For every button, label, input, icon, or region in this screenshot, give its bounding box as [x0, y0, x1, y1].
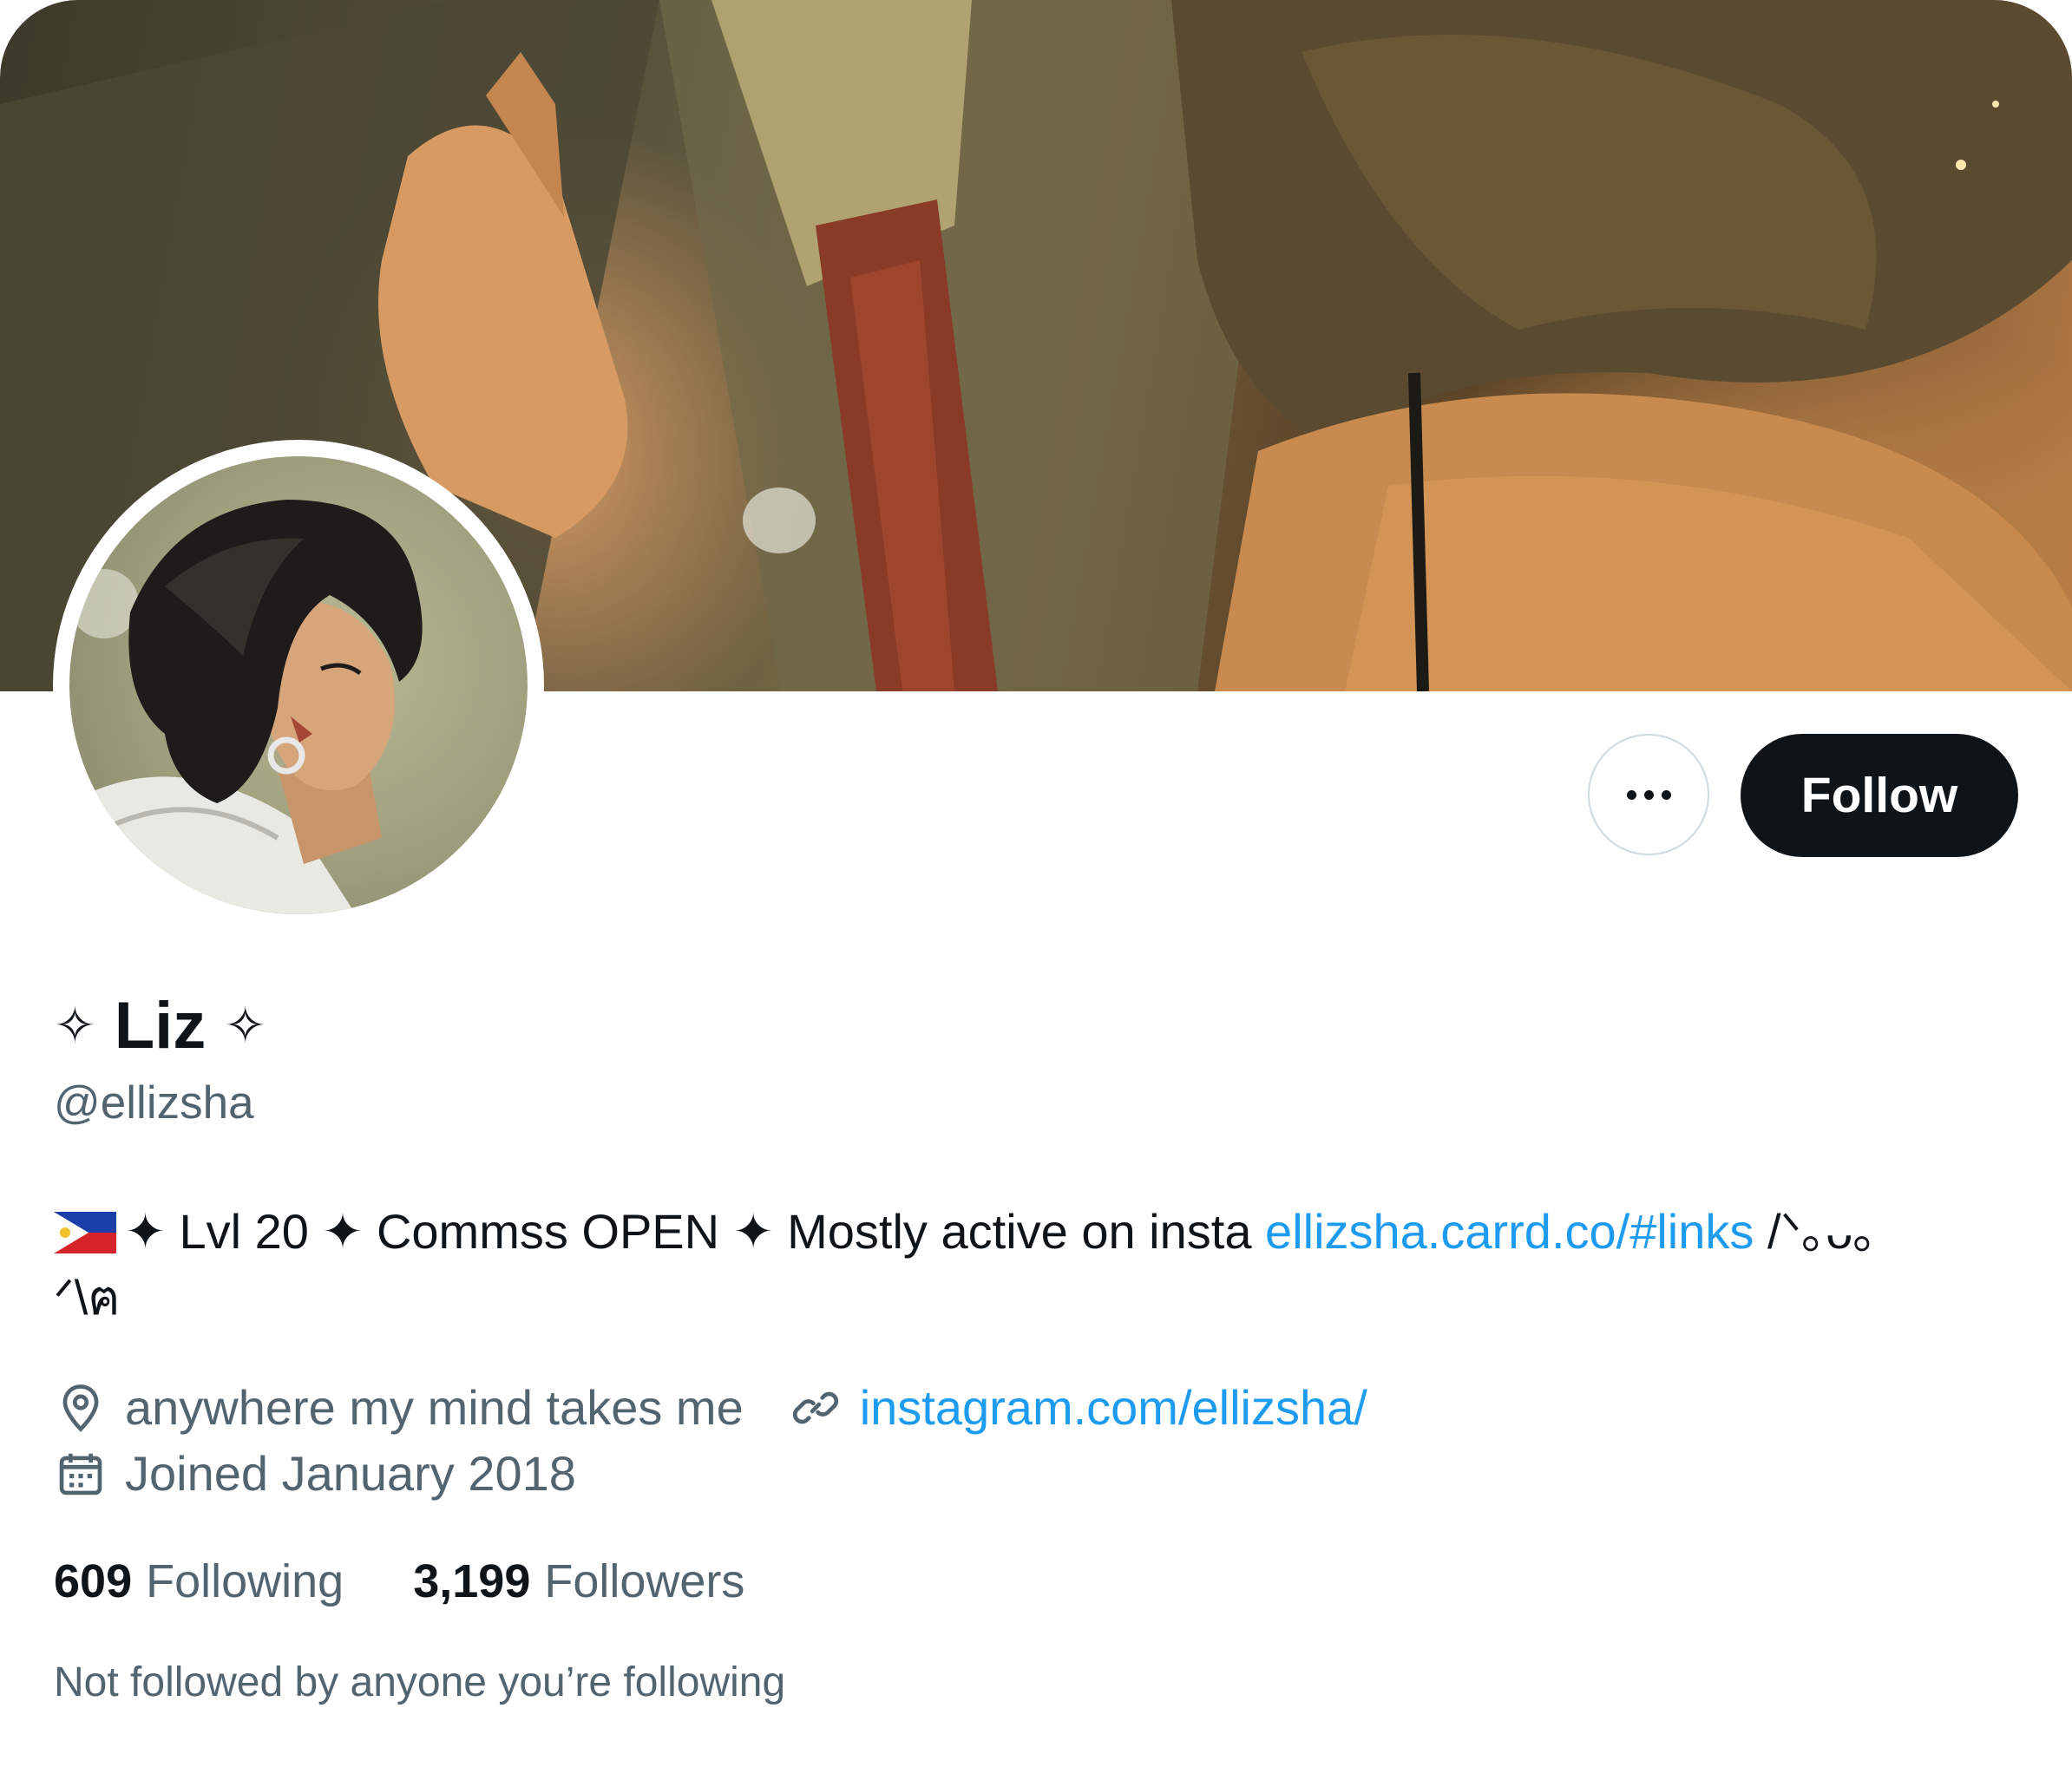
profile-card: Follow ✧ Liz ✧ @ellizsha ✦ Lvl 20 ✦ Comm… [0, 0, 2072, 1780]
following-count: 609 [54, 1555, 133, 1607]
calendar-icon [59, 1453, 102, 1495]
profile-bio: ✦ Lvl 20 ✦ Commss OPEN ✦ Mostly active o… [54, 1199, 2015, 1331]
location-pin-icon [62, 1384, 99, 1432]
joined-row: Joined January 2018 [54, 1443, 576, 1504]
sparkle-icon-right: ✧ [224, 998, 267, 1054]
more-options-button[interactable] [1588, 734, 1709, 855]
bio-text: ✦ Lvl 20 ✦ Commss OPEN ✦ Mostly active o… [125, 1204, 1252, 1259]
website-link[interactable]: instagram.com/ellizsha/ [860, 1378, 1367, 1438]
more-icon [1626, 789, 1671, 800]
avatar[interactable] [69, 456, 528, 914]
website-item: instagram.com/ellizsha/ [789, 1378, 1367, 1438]
display-name-text: Liz [114, 989, 207, 1063]
location-text: anywhere my mind takes me [125, 1380, 744, 1435]
avatar-illustration [69, 500, 423, 914]
followers-link[interactable]: 3,199 Followers [413, 1551, 744, 1612]
followers-count: 3,199 [413, 1555, 531, 1607]
user-handle: @ellizsha [54, 1077, 254, 1129]
bio-emoticon-end: ᐟ\ฅ [54, 1270, 121, 1325]
profile-stats: 609 Following 3,199 Followers [54, 1551, 814, 1612]
sparkle-icon-left: ✧ [54, 998, 96, 1054]
philippines-flag-icon [54, 1212, 116, 1253]
follow-button[interactable]: Follow [1741, 734, 2018, 857]
bio-emoticon: /ᐠ｡ᴗ｡ [1767, 1204, 1878, 1259]
followers-label: Followers [544, 1555, 745, 1607]
following-label: Following [146, 1555, 344, 1607]
not-followed-notice: Not followed by anyone you’re following [54, 1659, 786, 1705]
profile-meta-row: anywhere my mind takes me instagram.com/… [54, 1378, 1367, 1438]
display-name: ✧ Liz ✧ [54, 987, 266, 1070]
joined-date: Joined January 2018 [125, 1446, 576, 1501]
link-icon [792, 1391, 838, 1424]
following-link[interactable]: 609 Following [54, 1551, 344, 1612]
bio-link[interactable]: ellizsha.carrd.co/#links [1265, 1204, 1754, 1259]
location-item: anywhere my mind takes me [54, 1378, 744, 1438]
joined-item: Joined January 2018 [54, 1443, 576, 1504]
